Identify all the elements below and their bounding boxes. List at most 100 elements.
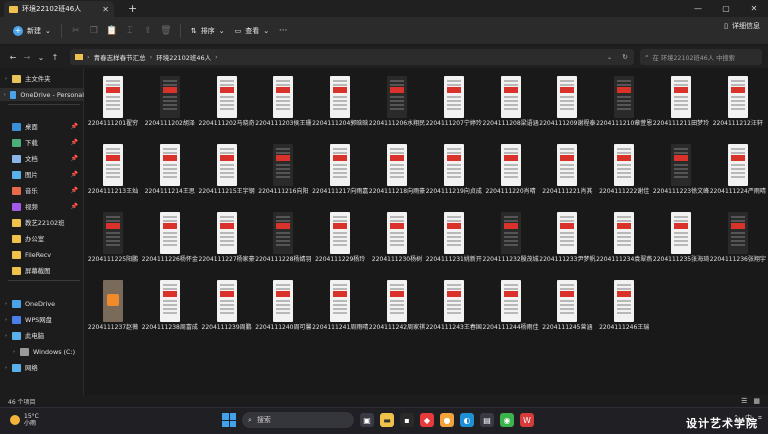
file-item[interactable]: 2204111233尹梦帆: [539, 208, 595, 276]
file-item[interactable]: 2204111220肖晴: [483, 140, 539, 208]
wps-office-icon[interactable]: W: [520, 413, 534, 427]
file-item[interactable]: 2204111221肖其: [539, 140, 595, 208]
file-item[interactable]: 2204111229杨玲: [312, 208, 368, 276]
file-item[interactable]: 2204111218向雨豪: [369, 140, 425, 208]
expand-chevron-icon[interactable]: ›: [2, 76, 10, 82]
file-item[interactable]: 2204111213王灿: [85, 140, 141, 208]
file-item[interactable]: 2204111226杨怀金: [142, 208, 198, 276]
file-item[interactable]: 2204111240周可馨: [255, 276, 311, 344]
sidebar-item[interactable]: › 主文件夹: [0, 72, 84, 85]
weather-widget[interactable]: 15°C 小雨: [10, 413, 39, 427]
paste-icon[interactable]: 📋: [103, 21, 121, 41]
refresh-icon[interactable]: ↻: [622, 53, 628, 61]
more-options-button[interactable]: ···: [274, 21, 292, 41]
details-button[interactable]: ▯ 详细信息: [724, 21, 760, 31]
wps-icon[interactable]: ◆: [420, 413, 434, 427]
file-item[interactable]: 2204111227杨家豪: [199, 208, 255, 276]
sidebar-item[interactable]: 音乐 📌: [0, 184, 84, 197]
expand-chevron-icon[interactable]: ›: [2, 92, 8, 98]
cut-icon[interactable]: ✂: [67, 21, 85, 41]
file-item[interactable]: 2204111224严雨晴: [710, 140, 766, 208]
file-item[interactable]: 2204111208梁语涵: [483, 72, 539, 140]
file-item[interactable]: 2204111207宁婷玲: [426, 72, 482, 140]
file-item[interactable]: 2204111210章萱恩: [596, 72, 652, 140]
sidebar-item[interactable]: › OneDrive: [0, 297, 84, 310]
file-item[interactable]: 2204111243王春国: [426, 276, 482, 344]
maximize-button[interactable]: ▢: [712, 0, 740, 17]
sidebar-item[interactable]: 图片 📌: [0, 168, 84, 181]
file-item[interactable]: 2204111202胡泽: [142, 72, 198, 140]
sort-button[interactable]: ⇅ 排序 ⌄: [186, 21, 230, 41]
chevron-down-icon[interactable]: ⌄: [607, 54, 612, 61]
file-item[interactable]: 2204111206水翔民: [369, 72, 425, 140]
sidebar-item[interactable]: 桌面 📌: [0, 120, 84, 133]
file-item[interactable]: 2204111219向贞成: [426, 140, 482, 208]
sidebar-item[interactable]: › WPS网盘: [0, 313, 84, 326]
view-button[interactable]: ▭ 查看 ⌄: [230, 21, 275, 41]
breadcrumb-item[interactable]: 青春志样春节汇总: [94, 52, 146, 62]
file-item[interactable]: 2204111241周雨晴: [312, 276, 368, 344]
tab-current-folder[interactable]: 环境22102班46人 ✕: [4, 1, 114, 17]
file-item[interactable]: 2204111216向阳: [255, 140, 311, 208]
expand-chevron-icon[interactable]: ›: [2, 333, 10, 339]
task-view-icon[interactable]: ▣: [360, 413, 374, 427]
file-item[interactable]: 2204111215王宇钢: [199, 140, 255, 208]
file-item[interactable]: 2204111236张翔宇: [710, 208, 766, 276]
up-arrow-icon[interactable]: ↑: [48, 49, 62, 65]
file-item[interactable]: 2204111234袁翠燕: [596, 208, 652, 276]
file-item[interactable]: 2204111242周家祺: [369, 276, 425, 344]
minimize-button[interactable]: —: [684, 0, 712, 17]
share-icon[interactable]: ⇪: [139, 21, 157, 41]
sidebar-item[interactable]: 屏幕截图: [0, 264, 84, 277]
new-button[interactable]: + 新建 ⌄: [8, 21, 56, 41]
file-item[interactable]: 2204111238周富成: [142, 276, 198, 344]
taskbar-search[interactable]: ⌕ 搜索: [242, 412, 354, 428]
close-window-button[interactable]: ✕: [740, 0, 768, 17]
file-item[interactable]: 2204111230杨树: [369, 208, 425, 276]
file-item[interactable]: 2204111201翟穷: [85, 72, 141, 140]
file-item[interactable]: 2204111211田梦玲: [653, 72, 709, 140]
file-item[interactable]: 2204111239周鹏: [199, 276, 255, 344]
sidebar-item[interactable]: 视频 📌: [0, 200, 84, 213]
sidebar-item[interactable]: 办公室: [0, 232, 84, 245]
grid-view-icon[interactable]: ▦: [753, 397, 760, 405]
file-item[interactable]: 2204111222谢佳: [596, 140, 652, 208]
file-explorer-icon[interactable]: ▬: [380, 413, 394, 427]
tab-close-icon[interactable]: ✕: [102, 5, 109, 14]
file-item[interactable]: 2204111214王思: [142, 140, 198, 208]
back-arrow-icon[interactable]: ←: [6, 49, 20, 65]
sidebar-item[interactable]: › OneDrive - Personal: [0, 88, 84, 101]
sidebar-item[interactable]: › 网络: [0, 361, 84, 374]
file-item[interactable]: 2204111203侯王珊: [255, 72, 311, 140]
file-item[interactable]: 2204111228杨婧羽: [255, 208, 311, 276]
copy-icon[interactable]: ❐: [85, 21, 103, 41]
list-view-icon[interactable]: ☰: [741, 397, 747, 405]
file-item[interactable]: 2204111231姚新开: [426, 208, 482, 276]
rename-icon[interactable]: ⌶: [121, 21, 139, 41]
breadcrumb-item-current[interactable]: 环境22102班46人: [156, 52, 211, 62]
file-item[interactable]: 2204111225阳鹏: [85, 208, 141, 276]
sidebar-item[interactable]: 下载 📌: [0, 136, 84, 149]
store-icon[interactable]: ▤: [480, 413, 494, 427]
sidebar-item[interactable]: › Windows (C:): [0, 345, 84, 358]
new-tab-button[interactable]: +: [128, 2, 137, 15]
file-item[interactable]: 2204111237赵薇: [85, 276, 141, 344]
sidebar-item[interactable]: 教艺22102班: [0, 216, 84, 229]
file-item[interactable]: 2204111209谢程泰: [539, 72, 595, 140]
edge-icon[interactable]: ◐: [460, 413, 474, 427]
expand-chevron-icon[interactable]: ›: [10, 349, 18, 355]
sidebar-item[interactable]: 文档 📌: [0, 152, 84, 165]
sidebar-item[interactable]: FileRecv: [0, 248, 84, 261]
expand-chevron-icon[interactable]: ›: [2, 365, 10, 371]
expand-chevron-icon[interactable]: ›: [2, 301, 10, 307]
expand-chevron-icon[interactable]: ›: [2, 317, 10, 323]
file-item[interactable]: 2204111232殷茂城: [483, 208, 539, 276]
recent-chevron-icon[interactable]: ⌄: [34, 49, 48, 65]
file-item[interactable]: 2204111246王瑞: [596, 276, 652, 344]
file-item[interactable]: 2204111204郭晗晗: [312, 72, 368, 140]
network-icon[interactable]: ⌗: [758, 414, 762, 423]
address-bar[interactable]: › 青春志样春节汇总 › 环境22102班46人 › ⌄ ↻: [70, 49, 634, 65]
delete-icon[interactable]: 🗑: [157, 21, 175, 41]
file-item[interactable]: 2204111217向雨嘉: [312, 140, 368, 208]
file-item[interactable]: 2204111244杨雨佳: [483, 276, 539, 344]
